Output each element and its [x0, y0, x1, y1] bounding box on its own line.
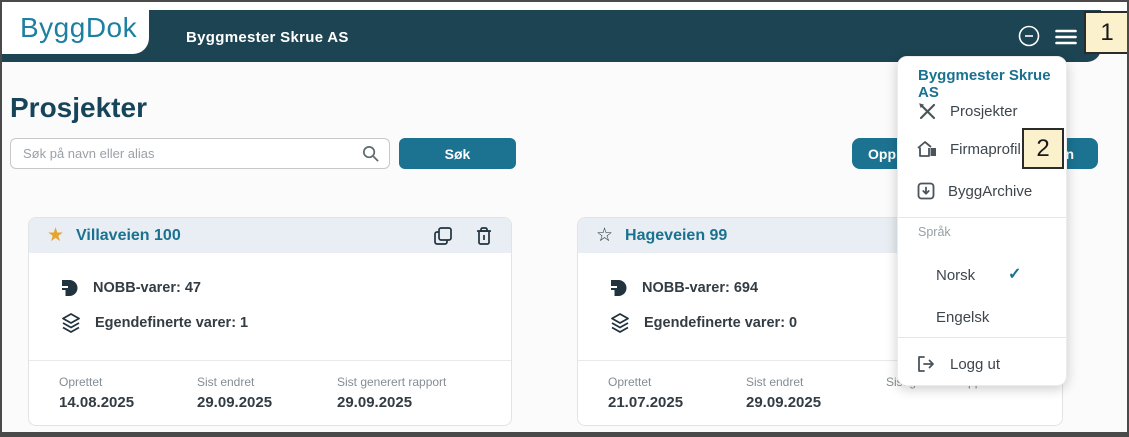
nobb-icon — [608, 278, 630, 298]
nobb-items-text: NOBB-varer: 47 — [93, 280, 201, 296]
created-column: Oprettet 21.07.2025 — [608, 375, 683, 411]
minus-circle-icon[interactable] — [1016, 23, 1042, 54]
card-divider — [29, 360, 511, 361]
language-section-label: Språk — [918, 225, 951, 239]
menu-item-prosjekter[interactable]: Prosjekter — [916, 99, 1018, 123]
report-column: Sist generert rapport 29.09.2025 — [337, 375, 446, 411]
created-date: 21.07.2025 — [608, 394, 683, 411]
menu-item-byggarchive[interactable]: ByggArchive — [916, 179, 1032, 203]
modified-label: Sist endret — [197, 375, 272, 389]
search-icon — [361, 144, 380, 168]
logout-label: Logg ut — [950, 356, 1000, 373]
annotation-badge-1: 1 — [1084, 11, 1129, 54]
logout-icon — [916, 355, 936, 373]
report-date: 29.09.2025 — [337, 394, 446, 411]
logout-menu-item[interactable]: Logg ut — [916, 352, 1000, 376]
menu-item-firmaprofil[interactable]: Firmaprofil — [916, 137, 1021, 161]
project-title[interactable]: Villaveien 100 — [76, 227, 181, 245]
copy-icon[interactable] — [433, 226, 453, 246]
custom-items-row: Egendefinerte varer: 1 — [59, 312, 248, 334]
checkmark-icon: ✓ — [1008, 264, 1021, 284]
project-card-header: ★ Villaveien 100 — [29, 218, 511, 253]
company-tab[interactable]: Byggmester Skrue AS — [186, 29, 349, 46]
layers-icon — [608, 312, 632, 334]
favorite-star-icon[interactable]: ☆ — [596, 226, 613, 245]
modified-date: 29.09.2025 — [746, 394, 821, 411]
report-label: Sist generert rapport — [337, 375, 446, 389]
nobb-items-row: NOBB-varer: 47 — [59, 278, 201, 298]
search-button[interactable]: Søk — [399, 138, 516, 169]
tools-icon — [916, 100, 938, 122]
layers-icon — [59, 312, 83, 334]
card-actions — [433, 226, 493, 246]
modified-date: 29.09.2025 — [197, 394, 272, 411]
menu-divider — [898, 337, 1066, 338]
language-option-norsk[interactable]: Norsk — [936, 264, 975, 286]
header-bar — [2, 10, 1101, 62]
project-card-villaveien[interactable]: ★ Villaveien 100 NOBB-varer: 47 — [28, 217, 512, 426]
annotation-badge-2: 2 — [1022, 128, 1064, 169]
account-dropdown-menu: Byggmester Skrue AS Prosjekter Firmaprof… — [897, 56, 1067, 386]
nobb-icon — [59, 278, 81, 298]
menu-company-name: Byggmester Skrue AS — [918, 67, 1066, 101]
app-logo[interactable]: ByggDok — [20, 12, 137, 44]
header-top-strip — [2, 2, 1127, 10]
nobb-items-row: NOBB-varer: 694 — [608, 278, 758, 298]
archive-icon — [916, 181, 936, 201]
menu-item-label: Firmaprofil — [950, 141, 1021, 158]
hamburger-menu-icon[interactable] — [1055, 28, 1077, 51]
page-title: Prosjekter — [10, 92, 147, 124]
language-option-engelsk[interactable]: Engelsk — [936, 306, 989, 328]
favorite-star-icon[interactable]: ★ — [47, 226, 64, 245]
created-column: Oprettet 14.08.2025 — [59, 375, 134, 411]
created-label: Oprettet — [59, 375, 134, 389]
nobb-items-text: NOBB-varer: 694 — [642, 280, 758, 296]
custom-items-text: Egendefinerte varer: 1 — [95, 315, 248, 331]
logo-container: ByggDok — [2, 2, 149, 54]
app-window: ByggDok Byggmester Skrue AS Prosjekter S… — [0, 0, 1129, 437]
project-title[interactable]: Hageveien 99 — [625, 227, 727, 245]
modified-column: Sist endret 29.09.2025 — [746, 375, 821, 411]
custom-items-row: Egendefinerte varer: 0 — [608, 312, 797, 334]
modified-label: Sist endret — [746, 375, 821, 389]
menu-item-label: ByggArchive — [948, 183, 1032, 200]
modified-column: Sist endret 29.09.2025 — [197, 375, 272, 411]
search-input[interactable] — [10, 138, 390, 169]
company-icon — [916, 139, 938, 159]
search-container — [10, 138, 390, 169]
created-date: 14.08.2025 — [59, 394, 134, 411]
menu-item-label: Prosjekter — [950, 103, 1018, 120]
created-label: Oprettet — [608, 375, 683, 389]
menu-divider — [898, 217, 1066, 218]
delete-icon[interactable] — [475, 226, 493, 246]
custom-items-text: Egendefinerte varer: 0 — [644, 315, 797, 331]
